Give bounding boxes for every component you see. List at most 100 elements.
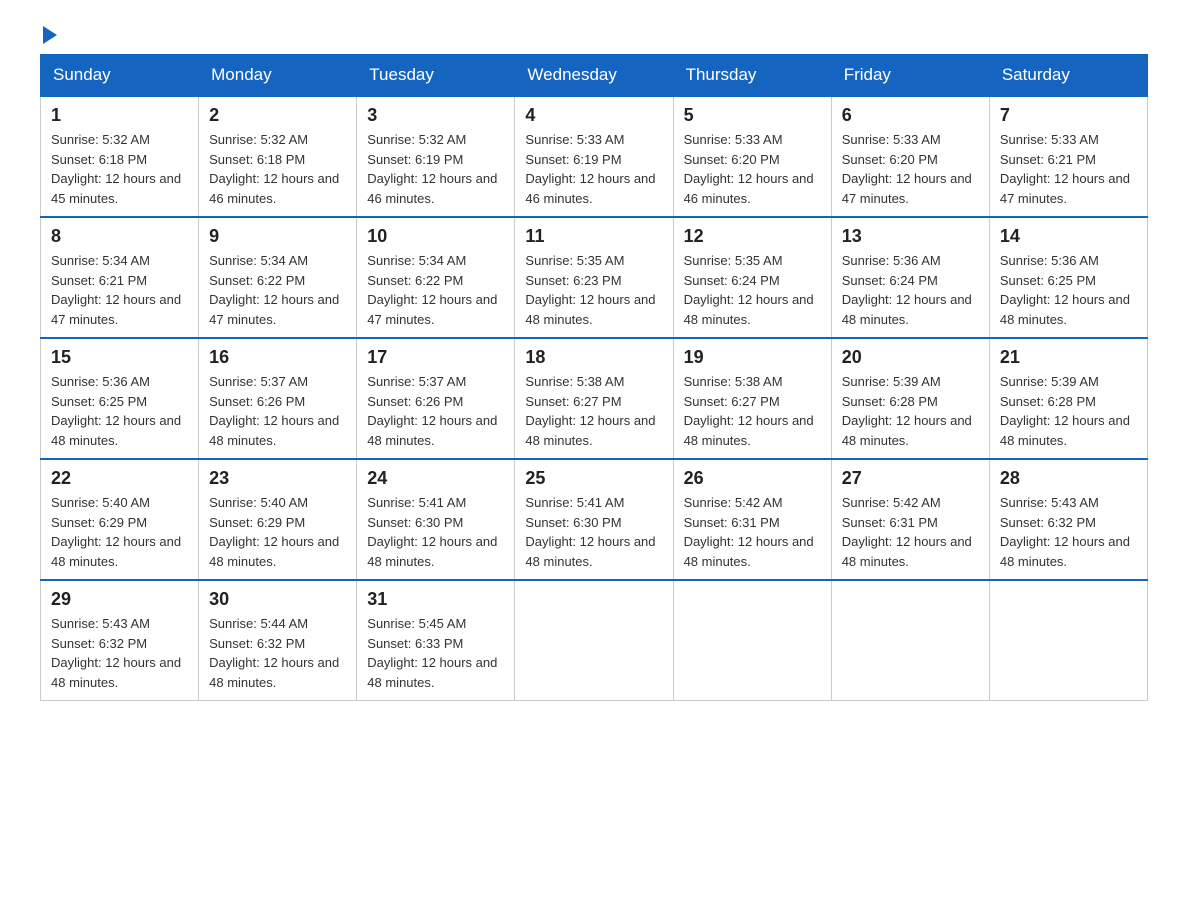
day-info: Sunrise: 5:32 AM Sunset: 6:19 PM Dayligh… bbox=[367, 130, 504, 208]
day-info: Sunrise: 5:37 AM Sunset: 6:26 PM Dayligh… bbox=[367, 372, 504, 450]
day-number: 12 bbox=[684, 226, 821, 247]
day-number: 30 bbox=[209, 589, 346, 610]
day-info: Sunrise: 5:41 AM Sunset: 6:30 PM Dayligh… bbox=[367, 493, 504, 571]
day-number: 6 bbox=[842, 105, 979, 126]
day-info: Sunrise: 5:44 AM Sunset: 6:32 PM Dayligh… bbox=[209, 614, 346, 692]
day-number: 4 bbox=[525, 105, 662, 126]
day-info: Sunrise: 5:36 AM Sunset: 6:24 PM Dayligh… bbox=[842, 251, 979, 329]
day-info: Sunrise: 5:37 AM Sunset: 6:26 PM Dayligh… bbox=[209, 372, 346, 450]
calendar-table: SundayMondayTuesdayWednesdayThursdayFrid… bbox=[40, 54, 1148, 701]
calendar-cell: 21 Sunrise: 5:39 AM Sunset: 6:28 PM Dayl… bbox=[989, 338, 1147, 459]
calendar-cell: 19 Sunrise: 5:38 AM Sunset: 6:27 PM Dayl… bbox=[673, 338, 831, 459]
day-info: Sunrise: 5:33 AM Sunset: 6:20 PM Dayligh… bbox=[842, 130, 979, 208]
calendar-cell: 26 Sunrise: 5:42 AM Sunset: 6:31 PM Dayl… bbox=[673, 459, 831, 580]
day-info: Sunrise: 5:43 AM Sunset: 6:32 PM Dayligh… bbox=[1000, 493, 1137, 571]
day-header-sunday: Sunday bbox=[41, 55, 199, 97]
day-number: 8 bbox=[51, 226, 188, 247]
day-number: 2 bbox=[209, 105, 346, 126]
day-info: Sunrise: 5:35 AM Sunset: 6:24 PM Dayligh… bbox=[684, 251, 821, 329]
day-info: Sunrise: 5:42 AM Sunset: 6:31 PM Dayligh… bbox=[684, 493, 821, 571]
calendar-cell: 27 Sunrise: 5:42 AM Sunset: 6:31 PM Dayl… bbox=[831, 459, 989, 580]
calendar-cell: 10 Sunrise: 5:34 AM Sunset: 6:22 PM Dayl… bbox=[357, 217, 515, 338]
day-number: 14 bbox=[1000, 226, 1137, 247]
day-info: Sunrise: 5:39 AM Sunset: 6:28 PM Dayligh… bbox=[842, 372, 979, 450]
day-number: 1 bbox=[51, 105, 188, 126]
day-info: Sunrise: 5:40 AM Sunset: 6:29 PM Dayligh… bbox=[209, 493, 346, 571]
day-header-saturday: Saturday bbox=[989, 55, 1147, 97]
day-info: Sunrise: 5:33 AM Sunset: 6:19 PM Dayligh… bbox=[525, 130, 662, 208]
calendar-cell: 22 Sunrise: 5:40 AM Sunset: 6:29 PM Dayl… bbox=[41, 459, 199, 580]
day-number: 26 bbox=[684, 468, 821, 489]
calendar-week-4: 22 Sunrise: 5:40 AM Sunset: 6:29 PM Dayl… bbox=[41, 459, 1148, 580]
day-header-thursday: Thursday bbox=[673, 55, 831, 97]
day-info: Sunrise: 5:32 AM Sunset: 6:18 PM Dayligh… bbox=[209, 130, 346, 208]
calendar-cell bbox=[515, 580, 673, 701]
calendar-cell: 14 Sunrise: 5:36 AM Sunset: 6:25 PM Dayl… bbox=[989, 217, 1147, 338]
day-number: 7 bbox=[1000, 105, 1137, 126]
day-info: Sunrise: 5:34 AM Sunset: 6:22 PM Dayligh… bbox=[209, 251, 346, 329]
day-number: 24 bbox=[367, 468, 504, 489]
calendar-cell: 29 Sunrise: 5:43 AM Sunset: 6:32 PM Dayl… bbox=[41, 580, 199, 701]
day-number: 16 bbox=[209, 347, 346, 368]
day-number: 11 bbox=[525, 226, 662, 247]
day-number: 31 bbox=[367, 589, 504, 610]
calendar-cell bbox=[831, 580, 989, 701]
calendar-cell: 11 Sunrise: 5:35 AM Sunset: 6:23 PM Dayl… bbox=[515, 217, 673, 338]
day-number: 19 bbox=[684, 347, 821, 368]
day-number: 20 bbox=[842, 347, 979, 368]
day-header-tuesday: Tuesday bbox=[357, 55, 515, 97]
day-info: Sunrise: 5:36 AM Sunset: 6:25 PM Dayligh… bbox=[1000, 251, 1137, 329]
calendar-cell: 15 Sunrise: 5:36 AM Sunset: 6:25 PM Dayl… bbox=[41, 338, 199, 459]
calendar-cell: 2 Sunrise: 5:32 AM Sunset: 6:18 PM Dayli… bbox=[199, 96, 357, 217]
day-info: Sunrise: 5:34 AM Sunset: 6:21 PM Dayligh… bbox=[51, 251, 188, 329]
calendar-cell: 31 Sunrise: 5:45 AM Sunset: 6:33 PM Dayl… bbox=[357, 580, 515, 701]
calendar-cell: 6 Sunrise: 5:33 AM Sunset: 6:20 PM Dayli… bbox=[831, 96, 989, 217]
calendar-week-2: 8 Sunrise: 5:34 AM Sunset: 6:21 PM Dayli… bbox=[41, 217, 1148, 338]
day-number: 9 bbox=[209, 226, 346, 247]
day-number: 3 bbox=[367, 105, 504, 126]
day-info: Sunrise: 5:42 AM Sunset: 6:31 PM Dayligh… bbox=[842, 493, 979, 571]
day-info: Sunrise: 5:41 AM Sunset: 6:30 PM Dayligh… bbox=[525, 493, 662, 571]
calendar-cell: 28 Sunrise: 5:43 AM Sunset: 6:32 PM Dayl… bbox=[989, 459, 1147, 580]
day-header-wednesday: Wednesday bbox=[515, 55, 673, 97]
day-number: 15 bbox=[51, 347, 188, 368]
calendar-cell: 9 Sunrise: 5:34 AM Sunset: 6:22 PM Dayli… bbox=[199, 217, 357, 338]
calendar-cell: 30 Sunrise: 5:44 AM Sunset: 6:32 PM Dayl… bbox=[199, 580, 357, 701]
page-header bbox=[40, 30, 1148, 38]
calendar-cell bbox=[673, 580, 831, 701]
day-info: Sunrise: 5:33 AM Sunset: 6:20 PM Dayligh… bbox=[684, 130, 821, 208]
calendar-cell: 25 Sunrise: 5:41 AM Sunset: 6:30 PM Dayl… bbox=[515, 459, 673, 580]
day-number: 13 bbox=[842, 226, 979, 247]
day-number: 28 bbox=[1000, 468, 1137, 489]
calendar-week-5: 29 Sunrise: 5:43 AM Sunset: 6:32 PM Dayl… bbox=[41, 580, 1148, 701]
day-number: 29 bbox=[51, 589, 188, 610]
day-info: Sunrise: 5:38 AM Sunset: 6:27 PM Dayligh… bbox=[525, 372, 662, 450]
calendar-cell: 7 Sunrise: 5:33 AM Sunset: 6:21 PM Dayli… bbox=[989, 96, 1147, 217]
day-info: Sunrise: 5:39 AM Sunset: 6:28 PM Dayligh… bbox=[1000, 372, 1137, 450]
day-info: Sunrise: 5:32 AM Sunset: 6:18 PM Dayligh… bbox=[51, 130, 188, 208]
calendar-cell: 13 Sunrise: 5:36 AM Sunset: 6:24 PM Dayl… bbox=[831, 217, 989, 338]
day-header-monday: Monday bbox=[199, 55, 357, 97]
calendar-cell: 18 Sunrise: 5:38 AM Sunset: 6:27 PM Dayl… bbox=[515, 338, 673, 459]
day-info: Sunrise: 5:45 AM Sunset: 6:33 PM Dayligh… bbox=[367, 614, 504, 692]
calendar-cell: 4 Sunrise: 5:33 AM Sunset: 6:19 PM Dayli… bbox=[515, 96, 673, 217]
logo bbox=[40, 30, 57, 38]
calendar-cell: 3 Sunrise: 5:32 AM Sunset: 6:19 PM Dayli… bbox=[357, 96, 515, 217]
calendar-cell: 8 Sunrise: 5:34 AM Sunset: 6:21 PM Dayli… bbox=[41, 217, 199, 338]
day-number: 5 bbox=[684, 105, 821, 126]
calendar-cell: 16 Sunrise: 5:37 AM Sunset: 6:26 PM Dayl… bbox=[199, 338, 357, 459]
calendar-cell: 24 Sunrise: 5:41 AM Sunset: 6:30 PM Dayl… bbox=[357, 459, 515, 580]
day-number: 25 bbox=[525, 468, 662, 489]
calendar-cell: 1 Sunrise: 5:32 AM Sunset: 6:18 PM Dayli… bbox=[41, 96, 199, 217]
day-header-friday: Friday bbox=[831, 55, 989, 97]
day-info: Sunrise: 5:38 AM Sunset: 6:27 PM Dayligh… bbox=[684, 372, 821, 450]
calendar-cell: 20 Sunrise: 5:39 AM Sunset: 6:28 PM Dayl… bbox=[831, 338, 989, 459]
day-number: 21 bbox=[1000, 347, 1137, 368]
day-number: 23 bbox=[209, 468, 346, 489]
calendar-cell bbox=[989, 580, 1147, 701]
calendar-cell: 5 Sunrise: 5:33 AM Sunset: 6:20 PM Dayli… bbox=[673, 96, 831, 217]
calendar-header-row: SundayMondayTuesdayWednesdayThursdayFrid… bbox=[41, 55, 1148, 97]
day-info: Sunrise: 5:40 AM Sunset: 6:29 PM Dayligh… bbox=[51, 493, 188, 571]
day-info: Sunrise: 5:43 AM Sunset: 6:32 PM Dayligh… bbox=[51, 614, 188, 692]
day-info: Sunrise: 5:33 AM Sunset: 6:21 PM Dayligh… bbox=[1000, 130, 1137, 208]
